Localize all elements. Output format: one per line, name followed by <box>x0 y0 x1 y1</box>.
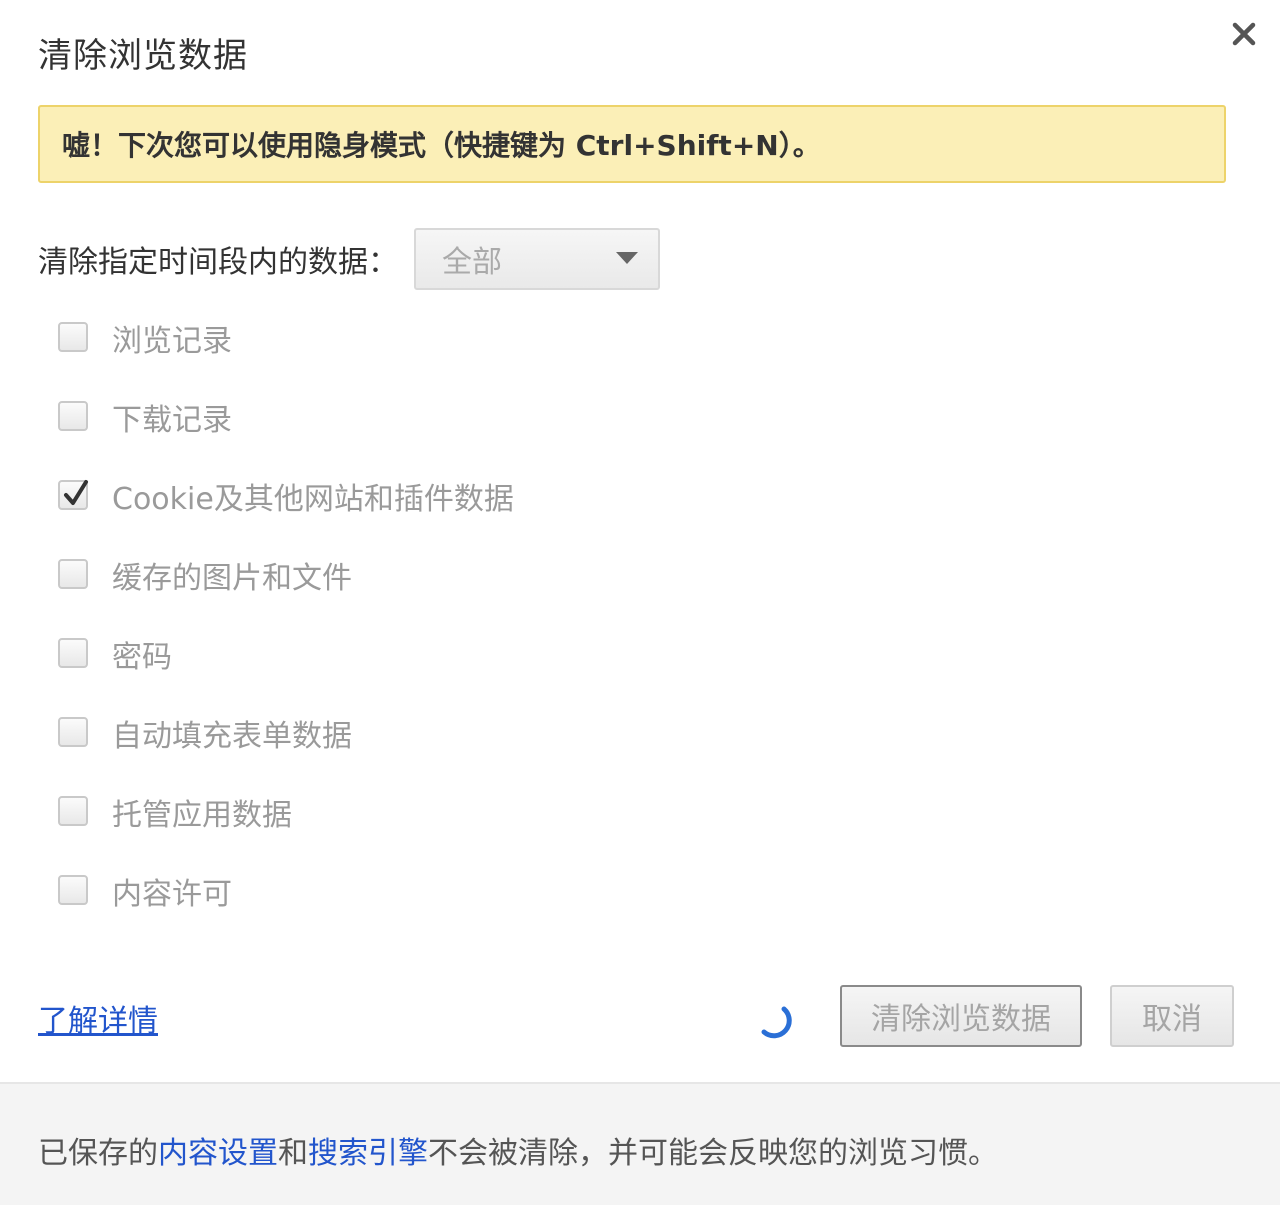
chevron-down-icon <box>616 252 638 264</box>
time-range-select[interactable]: 全部 <box>414 228 660 290</box>
close-icon <box>1232 22 1256 46</box>
footer-text-middle: 和 <box>278 1136 308 1171</box>
option-hosted-app-data[interactable]: 托管应用数据 <box>58 792 514 871</box>
incognito-notice-text: 嘘！下次您可以使用隐身模式（快捷键为 Ctrl+Shift+N）。 <box>62 129 821 162</box>
option-label: 自动填充表单数据 <box>112 719 352 754</box>
option-label: 下载记录 <box>112 403 232 438</box>
cancel-button[interactable]: 取消 <box>1110 985 1234 1047</box>
checkbox-browsing-history[interactable] <box>58 322 88 352</box>
time-range-label: 清除指定时间段内的数据： <box>38 245 398 280</box>
loading-spinner-icon <box>761 1006 792 1039</box>
close-button[interactable] <box>1222 12 1266 56</box>
checkmark-icon <box>64 480 88 505</box>
option-label: 缓存的图片和文件 <box>112 561 352 596</box>
footer-text-suffix: 不会被清除，并可能会反映您的浏览习惯。 <box>428 1136 998 1171</box>
option-content-licenses[interactable]: 内容许可 <box>58 871 514 950</box>
option-autofill[interactable]: 自动填充表单数据 <box>58 713 514 792</box>
clear-browsing-data-dialog: 清除浏览数据 嘘！下次您可以使用隐身模式（快捷键为 Ctrl+Shift+N）。… <box>0 0 1280 1205</box>
option-passwords[interactable]: 密码 <box>58 634 514 713</box>
option-label: 浏览记录 <box>112 324 232 359</box>
footer-text: 已保存的内容设置和搜索引擎不会被清除，并可能会反映您的浏览习惯。 <box>38 1128 998 1172</box>
option-download-history[interactable]: 下载记录 <box>58 397 514 476</box>
footer-text-prefix: 已保存的 <box>38 1136 158 1171</box>
option-label: 密码 <box>112 640 172 675</box>
checkbox-download-history[interactable] <box>58 401 88 431</box>
clear-browsing-data-button[interactable]: 清除浏览数据 <box>840 985 1082 1047</box>
checkbox-hosted-app-data[interactable] <box>58 796 88 826</box>
time-range-selected-value: 全部 <box>442 245 502 280</box>
checkbox-autofill[interactable] <box>58 717 88 747</box>
learn-more-link[interactable]: 了解详情 <box>38 996 158 1040</box>
content-settings-link[interactable]: 内容设置 <box>158 1136 278 1171</box>
option-label: 内容许可 <box>112 877 232 912</box>
option-label: 托管应用数据 <box>112 798 292 833</box>
checkbox-content-licenses[interactable] <box>58 875 88 905</box>
data-type-options: 浏览记录 下载记录 Cookie及其他网站和插件数据 缓存的图片和文件 密码 自… <box>58 318 514 950</box>
checkbox-passwords[interactable] <box>58 638 88 668</box>
dialog-footer: 已保存的内容设置和搜索引擎不会被清除，并可能会反映您的浏览习惯。 <box>0 1082 1280 1205</box>
option-cached-files[interactable]: 缓存的图片和文件 <box>58 555 514 634</box>
checkbox-cached-files[interactable] <box>58 559 88 589</box>
incognito-notice: 嘘！下次您可以使用隐身模式（快捷键为 Ctrl+Shift+N）。 <box>38 105 1226 183</box>
option-cookies[interactable]: Cookie及其他网站和插件数据 <box>58 476 514 555</box>
checkbox-cookies[interactable] <box>58 480 88 510</box>
search-engines-link[interactable]: 搜索引擎 <box>308 1136 428 1171</box>
option-label: Cookie及其他网站和插件数据 <box>112 482 514 517</box>
time-range-row: 清除指定时间段内的数据： 全部 <box>38 228 660 290</box>
option-browsing-history[interactable]: 浏览记录 <box>58 318 514 397</box>
dialog-title: 清除浏览数据 <box>38 36 248 76</box>
